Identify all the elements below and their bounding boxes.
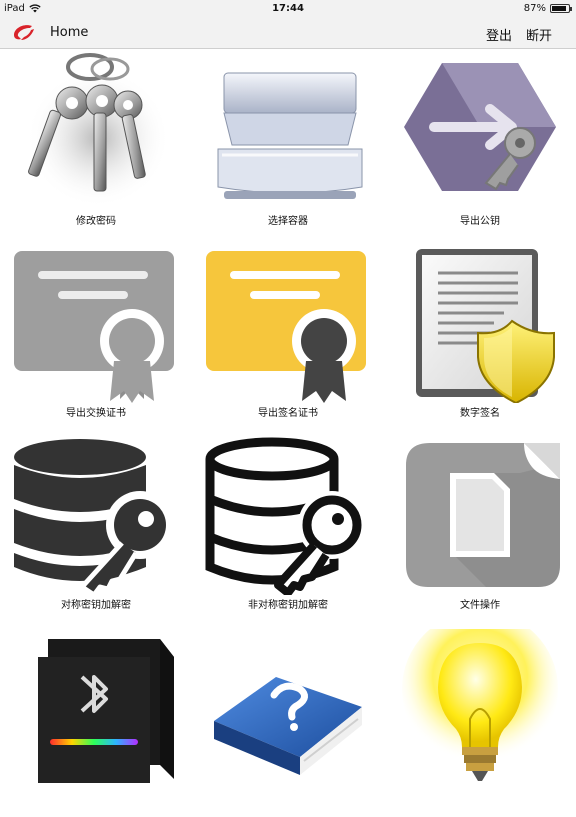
export-exchange-certificate-button[interactable]: 导出交换证书: [0, 241, 192, 433]
battery-icon: [550, 4, 572, 13]
status-time: 17:44: [272, 3, 304, 14]
logout-button[interactable]: 登出: [486, 25, 512, 44]
battery-percent: 87%: [523, 3, 546, 14]
grey-certificate-icon: [14, 251, 174, 403]
app-logo-icon: [14, 25, 34, 40]
file-operations-icon: [406, 443, 560, 587]
file-operations-label: 文件操作: [460, 600, 500, 611]
help-button[interactable]: [192, 625, 384, 817]
change-password-label: 修改密码: [76, 216, 116, 227]
digital-signature-button[interactable]: 数字签名: [384, 241, 576, 433]
export-signing-certificate-button[interactable]: 导出签名证书: [192, 241, 384, 433]
yellow-certificate-icon: [206, 251, 366, 403]
keys-icon: [26, 53, 170, 208]
digital-signature-label: 数字签名: [460, 408, 500, 419]
database-key-filled-icon: [14, 439, 174, 595]
navigation-bar: Home 登出 断开: [0, 18, 576, 49]
status-bar: iPad 17:44 87%: [0, 0, 576, 18]
tips-button[interactable]: [384, 625, 576, 817]
function-grid: 修改密码 选择容器 导出公钥 导出交换证书 导出签名证书 数字签名 对称密钥加解…: [0, 49, 576, 783]
select-container-label: 选择容器: [268, 216, 308, 227]
change-password-button[interactable]: 修改密码: [0, 49, 192, 241]
bluetooth-device-button[interactable]: [0, 625, 192, 817]
symmetric-key-crypto-button[interactable]: 对称密钥加解密: [0, 433, 192, 625]
disconnect-button[interactable]: 断开: [526, 25, 552, 44]
bluetooth-box-icon: [38, 639, 174, 783]
help-book-icon: [214, 677, 362, 775]
export-exchange-certificate-label: 导出交换证书: [66, 408, 126, 419]
asymmetric-key-crypto-label: 非对称密钥加解密: [248, 600, 328, 611]
export-public-key-icon: [404, 63, 556, 191]
file-operations-button[interactable]: 文件操作: [384, 433, 576, 625]
symmetric-key-crypto-label: 对称密钥加解密: [61, 600, 131, 611]
light-bulb-icon: [402, 629, 558, 781]
database-key-outline-icon: [205, 437, 366, 595]
container-drawer-icon: [217, 72, 363, 199]
status-right: 87%: [523, 3, 572, 14]
page-title: Home: [50, 25, 89, 40]
export-public-key-button[interactable]: 导出公钥: [384, 49, 576, 241]
export-public-key-label: 导出公钥: [460, 216, 500, 227]
export-signing-certificate-label: 导出签名证书: [258, 408, 318, 419]
select-container-button[interactable]: 选择容器: [192, 49, 384, 241]
asymmetric-key-crypto-button[interactable]: 非对称密钥加解密: [192, 433, 384, 625]
signed-document-shield-icon: [416, 249, 555, 403]
